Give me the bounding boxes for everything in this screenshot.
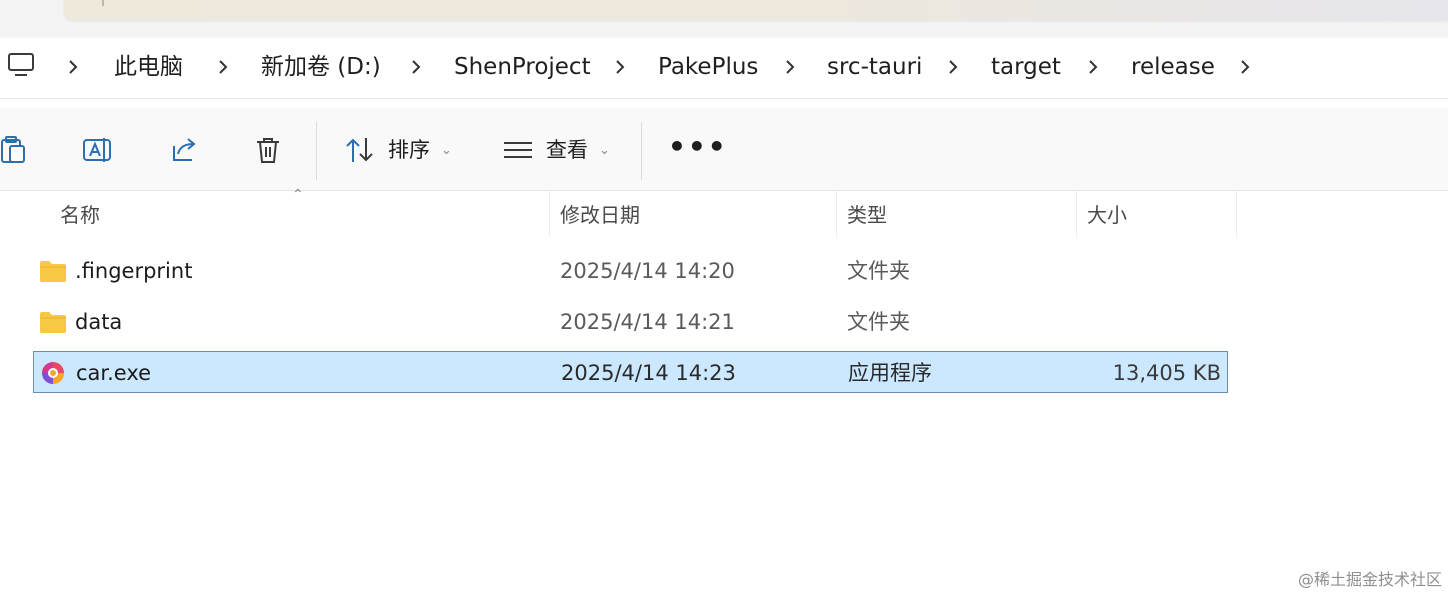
file-date: 2025/4/14 14:23 <box>561 361 736 385</box>
file-type: 应用程序 <box>848 361 932 385</box>
rename-icon[interactable] <box>82 134 114 166</box>
view-label[interactable]: 查看 <box>546 136 588 164</box>
chevron-right-icon[interactable] <box>66 57 80 77</box>
file-name: car.exe <box>76 361 152 385</box>
chevron-right-icon[interactable] <box>613 57 627 77</box>
breadcrumb-item-release[interactable]: release <box>1131 38 1215 98</box>
computer-icon[interactable] <box>6 50 36 80</box>
file-size: 13,405 KB <box>1112 361 1221 385</box>
column-name[interactable]: 名称 <box>60 201 100 229</box>
chevron-right-icon[interactable] <box>946 57 960 77</box>
file-date: 2025/4/14 14:21 <box>560 310 735 334</box>
file-row-selected[interactable]: car.exe 2025/4/14 14:23 应用程序 13,405 KB <box>33 351 1228 393</box>
column-date[interactable]: 修改日期 <box>560 201 640 229</box>
breadcrumb-item-src-tauri[interactable]: src-tauri <box>827 38 922 98</box>
app-icon <box>41 361 65 385</box>
toolbar-divider <box>641 122 642 180</box>
chevron-right-icon[interactable] <box>1086 57 1100 77</box>
text-caret <box>102 0 104 6</box>
breadcrumb-item-this-pc[interactable]: 此电脑 <box>114 38 183 98</box>
command-bar: 排序 ⌄ 查看 ⌄ ••• <box>0 108 1448 191</box>
chevron-right-icon[interactable] <box>783 57 797 77</box>
more-options-button[interactable]: ••• <box>668 130 728 163</box>
column-divider[interactable] <box>549 191 550 237</box>
file-name: .fingerprint <box>75 259 193 283</box>
chevron-right-icon[interactable] <box>216 57 230 77</box>
file-row[interactable]: data 2025/4/14 14:21 文件夹 <box>33 301 1228 343</box>
sort-label[interactable]: 排序 <box>388 136 430 164</box>
folder-icon <box>40 312 66 333</box>
chevron-down-icon[interactable]: ⌄ <box>599 143 610 158</box>
breadcrumb-item-shenproject[interactable]: ShenProject <box>454 38 591 98</box>
file-date: 2025/4/14 14:20 <box>560 259 735 283</box>
file-name: data <box>75 310 123 334</box>
column-divider[interactable] <box>836 191 837 237</box>
breadcrumb: 此电脑 新加卷 (D:) ShenProject PakePlus src-ta… <box>0 38 1448 99</box>
folder-icon <box>40 261 66 282</box>
watermark: @稀土掘金技术社区 <box>1297 570 1442 589</box>
file-type: 文件夹 <box>847 259 910 283</box>
sort-icon[interactable] <box>344 134 376 166</box>
file-row[interactable]: .fingerprint 2025/4/14 14:20 文件夹 <box>33 250 1228 292</box>
chevron-right-icon[interactable] <box>409 57 423 77</box>
column-divider[interactable] <box>1076 191 1077 237</box>
breadcrumb-item-pakeplus[interactable]: PakePlus <box>658 38 758 98</box>
sort-up-icon: ⌃ <box>292 187 304 203</box>
column-size[interactable]: 大小 <box>1087 201 1127 229</box>
title-strip <box>0 0 1448 38</box>
trash-icon[interactable] <box>252 134 284 166</box>
view-icon[interactable] <box>502 134 534 166</box>
chevron-down-icon[interactable]: ⌄ <box>441 143 452 158</box>
breadcrumb-item-drive-d[interactable]: 新加卷 (D:) <box>261 38 381 98</box>
share-icon[interactable] <box>168 134 200 166</box>
paste-icon[interactable] <box>0 134 32 166</box>
toolbar-divider <box>316 122 317 180</box>
chevron-right-icon[interactable] <box>1238 57 1252 77</box>
search-box[interactable] <box>64 0 1448 20</box>
file-type: 文件夹 <box>847 310 910 334</box>
column-header: ⌃ 名称 修改日期 类型 大小 <box>0 187 1448 239</box>
column-divider[interactable] <box>1236 191 1237 237</box>
breadcrumb-item-target[interactable]: target <box>991 38 1061 98</box>
column-type[interactable]: 类型 <box>847 201 887 229</box>
